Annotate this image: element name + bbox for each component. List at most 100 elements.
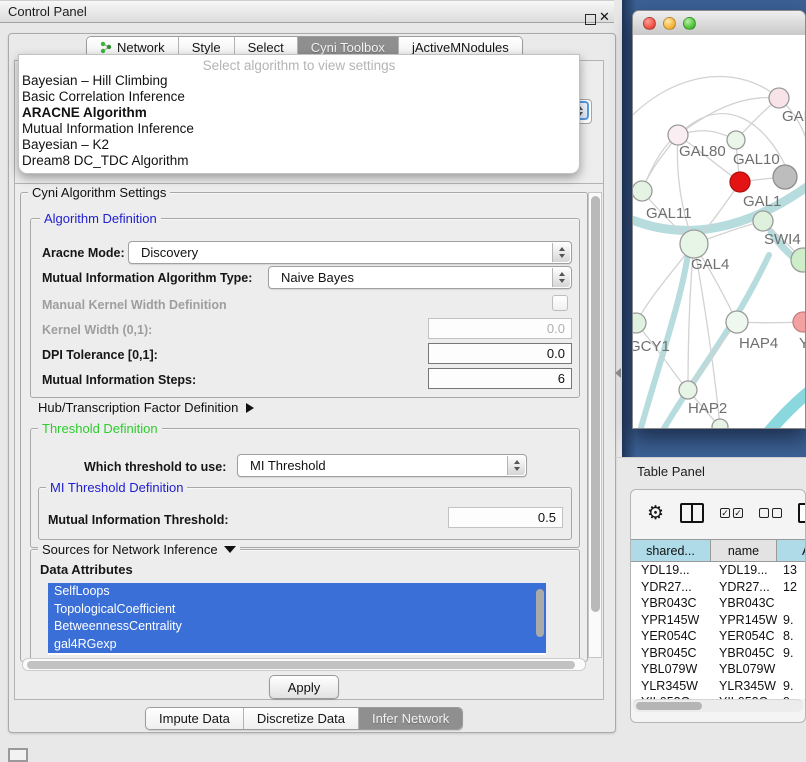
gear-icon[interactable]: ⚙ — [647, 504, 664, 523]
node-gal-top[interactable] — [769, 88, 789, 108]
cell[interactable]: YDR27... — [711, 579, 777, 596]
deselect-all-icon[interactable] — [759, 508, 782, 518]
network-window-titlebar[interactable] — [633, 11, 805, 36]
cell[interactable]: 8. — [777, 628, 806, 645]
hub-transcription-factor-section[interactable]: Hub/Transcription Factor Definition — [38, 400, 254, 415]
table-row[interactable]: YBR043C YBR043C — [631, 595, 806, 612]
kernel-width-field[interactable] — [428, 318, 572, 339]
tab-discretize-data[interactable]: Discretize Data — [243, 708, 358, 729]
mi-threshold-field[interactable] — [448, 507, 563, 528]
combobox-spinner[interactable] — [507, 456, 525, 475]
cell[interactable]: YPR145W — [631, 612, 711, 629]
table-row[interactable]: YPR145W YPR145W 9. — [631, 612, 806, 629]
minimize-traffic-light[interactable] — [663, 17, 676, 30]
column-header-partial[interactable]: A — [777, 539, 806, 562]
column-header-name[interactable]: name — [711, 539, 777, 562]
combobox-spinner[interactable] — [552, 243, 570, 262]
aracne-mode-combobox[interactable]: Discovery — [128, 241, 572, 264]
node-gray[interactable] — [773, 165, 797, 189]
dropdown-item[interactable]: Mutual Information Inference — [19, 121, 579, 137]
dropdown-item[interactable]: Bayesian – Hill Climbing — [19, 73, 579, 89]
combobox-spinner[interactable] — [552, 268, 570, 287]
cell[interactable] — [777, 661, 806, 678]
tab-impute-data[interactable]: Impute Data — [146, 708, 243, 729]
manual-kernel-width-checkbox[interactable] — [552, 295, 568, 311]
node-gal11[interactable] — [633, 181, 652, 201]
node-gal1-selected[interactable] — [730, 172, 750, 192]
table-row[interactable]: YBR045C YBR045C 9. — [631, 645, 806, 662]
dpi-tolerance-field[interactable] — [428, 343, 572, 364]
cell[interactable]: YER054C — [711, 628, 777, 645]
dropdown-item-selected[interactable]: ARACNE Algorithm — [19, 105, 579, 121]
column-header-shared[interactable]: shared... — [631, 539, 711, 562]
node-gal80[interactable] — [668, 125, 688, 145]
table-row[interactable]: YDL19... YDL19... 13 — [631, 562, 806, 579]
mi-algorithm-type-combobox[interactable]: Naive Bayes — [268, 266, 572, 289]
node-green-right[interactable] — [791, 248, 805, 272]
sources-group-title[interactable]: Sources for Network Inference — [38, 542, 240, 557]
splitter-collapse-arrow[interactable] — [615, 368, 621, 378]
cell[interactable]: YBR045C — [631, 645, 711, 662]
mi-steps-field[interactable] — [428, 368, 572, 389]
collapse-arrow-icon[interactable] — [224, 546, 236, 553]
data-attributes-list: SelfLoops TopologicalCoefficient Between… — [48, 583, 546, 655]
cell[interactable]: YDR27... — [631, 579, 711, 596]
dropdown-item[interactable]: Dream8 DC_TDC Algorithm — [19, 153, 579, 169]
expand-arrow-icon[interactable] — [246, 403, 254, 413]
cell[interactable]: YDL19... — [631, 562, 711, 579]
cell[interactable]: 9. — [777, 645, 806, 662]
cell[interactable]: YLR345W — [711, 678, 777, 695]
column-layout-icon[interactable] — [680, 503, 704, 523]
table-row[interactable]: YBL079W YBL079W — [631, 661, 806, 678]
attribute-item-selected[interactable]: gal4RGexp — [48, 636, 546, 654]
settings-horizontal-scrollbar-thumb[interactable] — [27, 661, 575, 669]
document-icon[interactable] — [798, 503, 806, 523]
tab-infer-network[interactable]: Infer Network — [358, 708, 462, 729]
zoom-traffic-light[interactable] — [683, 17, 696, 30]
float-window-icon[interactable] — [585, 14, 596, 25]
network-tab-icon — [100, 41, 112, 54]
node-salmon[interactable] — [793, 312, 805, 332]
cell[interactable]: 9. — [777, 612, 806, 629]
network-canvas[interactable]: GAL80 GAL10 GAL1 GAL11 GAL4 SWI4 GAL GCY… — [633, 35, 805, 428]
node-gal4[interactable] — [680, 230, 708, 258]
cell[interactable]: 12 — [777, 579, 806, 596]
node-gcy1[interactable] — [633, 313, 646, 333]
cell[interactable]: 9. — [777, 678, 806, 695]
close-traffic-light[interactable] — [643, 17, 656, 30]
table-horizontal-scrollbar-thumb[interactable] — [636, 702, 702, 710]
attribute-item-selected[interactable]: BetweennessCentrality — [48, 618, 546, 636]
cell[interactable]: YER054C — [631, 628, 711, 645]
dropdown-item[interactable]: Basic Correlation Inference — [19, 89, 579, 105]
cell[interactable]: YDL19... — [711, 562, 777, 579]
node-hap4[interactable] — [726, 311, 748, 333]
attribute-item-selected[interactable]: TopologicalCoefficient — [48, 601, 546, 619]
select-all-icon[interactable]: ✓✓ — [720, 508, 743, 518]
dropdown-item[interactable]: Bayesian – K2 — [19, 137, 579, 153]
cell[interactable]: YBR043C — [631, 595, 711, 612]
node-swi4[interactable] — [753, 211, 773, 231]
cell[interactable]: YBR045C — [711, 645, 777, 662]
node-gal10[interactable] — [727, 131, 745, 149]
close-icon[interactable]: ✕ — [599, 9, 610, 25]
table-row[interactable]: YLR345W YLR345W 9. — [631, 678, 806, 695]
cell[interactable]: YPR145W — [711, 612, 777, 629]
which-threshold-combobox[interactable]: MI Threshold — [237, 454, 527, 477]
attributes-list-scrollbar-thumb[interactable] — [536, 589, 544, 637]
settings-vertical-scrollbar-thumb[interactable] — [591, 196, 600, 612]
minimized-panel-icon[interactable] — [8, 748, 28, 762]
attribute-item-selected[interactable]: SelfLoops — [48, 583, 546, 601]
node-hap2[interactable] — [679, 381, 697, 399]
table-row[interactable]: YDR27... YDR27... 12 — [631, 579, 806, 596]
settings-vertical-scrollbar[interactable] — [588, 192, 602, 658]
cell[interactable]: YLR345W — [631, 678, 711, 695]
cell[interactable]: YBR043C — [711, 595, 777, 612]
cell[interactable]: YBL079W — [711, 661, 777, 678]
settings-horizontal-scrollbar[interactable] — [22, 658, 586, 671]
cell[interactable]: 13 — [777, 562, 806, 579]
table-horizontal-scrollbar[interactable] — [633, 699, 803, 712]
table-row[interactable]: YER054C YER054C 8. — [631, 628, 806, 645]
cell[interactable] — [777, 595, 806, 612]
apply-button[interactable]: Apply — [269, 675, 339, 699]
cell[interactable]: YBL079W — [631, 661, 711, 678]
